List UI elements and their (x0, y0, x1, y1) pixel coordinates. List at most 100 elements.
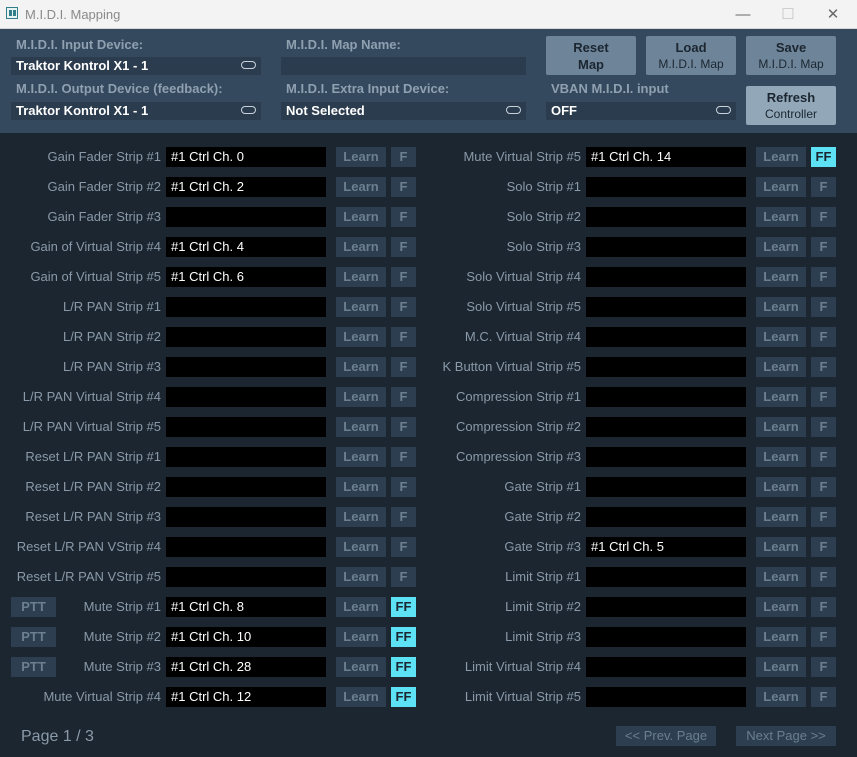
minimize-button[interactable]: — (720, 0, 766, 28)
maximize-button[interactable]: ☐ (765, 0, 811, 28)
reset-map-line2: Map (578, 56, 604, 72)
page-indicator: Page 1 / 3 (21, 728, 94, 745)
row-label: Mute Virtual Strip #4 (43, 689, 161, 704)
midi-mapping-field[interactable] (586, 267, 746, 287)
f-toggle[interactable]: F (811, 537, 836, 557)
row-label: Limit Strip #2 (505, 599, 581, 614)
learn-button[interactable]: Learn (756, 417, 806, 437)
learn-button[interactable]: Learn (756, 237, 806, 257)
f-toggle[interactable]: F (811, 267, 836, 287)
f-toggle[interactable]: F (811, 387, 836, 407)
save-map-line2: M.I.D.I. Map (758, 56, 824, 71)
f-toggle[interactable]: F (811, 477, 836, 497)
ff-toggle[interactable]: FF (811, 147, 836, 167)
learn-button[interactable]: Learn (756, 477, 806, 497)
learn-button[interactable]: Learn (756, 297, 806, 317)
f-toggle[interactable]: F (811, 237, 836, 257)
midi-mapping-field[interactable] (586, 327, 746, 347)
load-map-button[interactable]: Load M.I.D.I. Map (646, 36, 736, 75)
midi-mapping-field[interactable] (586, 237, 746, 257)
f-toggle[interactable]: F (811, 417, 836, 437)
learn-button[interactable]: Learn (756, 357, 806, 377)
f-toggle[interactable]: F (811, 507, 836, 527)
input-device-select[interactable]: Traktor Kontrol X1 - 1 (11, 57, 261, 75)
extra-input-select[interactable]: Not Selected (281, 102, 526, 120)
midi-mapping-field[interactable] (586, 567, 746, 587)
refresh-line1: Refresh (766, 89, 816, 105)
refresh-controller-button[interactable]: Refresh Controller (746, 86, 836, 125)
midi-mapping-field[interactable] (586, 507, 746, 527)
learn-button[interactable]: Learn (756, 687, 806, 707)
learn-button[interactable]: Learn (756, 507, 806, 527)
f-toggle[interactable]: F (811, 567, 836, 587)
midi-mapping-field[interactable]: #1 Ctrl Ch. 5 (586, 537, 746, 557)
input-device-label: M.I.D.I. Input Device: (16, 37, 144, 52)
midi-mapping-field[interactable] (586, 177, 746, 197)
f-toggle[interactable]: F (811, 207, 836, 227)
row-label: Gain Fader Strip #1 (47, 149, 161, 164)
learn-button[interactable]: Learn (756, 327, 806, 347)
learn-button[interactable]: Learn (756, 177, 806, 197)
vban-value: OFF (551, 103, 577, 118)
learn-button[interactable]: Learn (756, 597, 806, 617)
midi-mapping-field[interactable] (586, 357, 746, 377)
midi-mapping-field[interactable] (586, 387, 746, 407)
load-map-line2: M.I.D.I. Map (658, 56, 724, 71)
f-toggle[interactable]: F (811, 447, 836, 467)
learn-button[interactable]: Learn (756, 267, 806, 287)
dropdown-toggle-icon (241, 61, 256, 69)
midi-mapping-field[interactable] (586, 207, 746, 227)
row-label: Compression Strip #2 (456, 419, 581, 434)
learn-button[interactable]: Learn (756, 387, 806, 407)
midi-mapping-field[interactable] (586, 657, 746, 677)
learn-button[interactable]: Learn (756, 567, 806, 587)
row-label: M.C. Virtual Strip #4 (464, 329, 581, 344)
f-toggle[interactable]: F (811, 177, 836, 197)
row-label: L/R PAN Strip #3 (62, 359, 161, 374)
midi-mapping-field[interactable] (586, 687, 746, 707)
save-map-button[interactable]: Save M.I.D.I. Map (746, 36, 836, 75)
output-device-value: Traktor Kontrol X1 - 1 (16, 103, 149, 118)
f-toggle[interactable]: F (811, 597, 836, 617)
extra-input-value: Not Selected (286, 103, 365, 118)
ptt-button[interactable]: PTT (11, 627, 56, 647)
f-toggle[interactable]: F (811, 627, 836, 647)
f-toggle[interactable]: F (811, 297, 836, 317)
ptt-button[interactable]: PTT (11, 657, 56, 677)
close-button[interactable]: ✕ (810, 0, 856, 28)
midi-mapping-field[interactable] (586, 597, 746, 617)
row-label: Compression Strip #3 (456, 449, 581, 464)
prev-page-button[interactable]: << Prev. Page (616, 726, 716, 746)
map-name-input[interactable] (281, 57, 526, 75)
learn-button[interactable]: Learn (756, 627, 806, 647)
midi-mapping-field[interactable] (586, 297, 746, 317)
output-device-select[interactable]: Traktor Kontrol X1 - 1 (11, 102, 261, 120)
refresh-line2: Controller (764, 106, 818, 121)
reset-map-button[interactable]: Reset Map (546, 36, 636, 75)
app-icon (6, 7, 18, 19)
f-toggle[interactable]: F (811, 357, 836, 377)
row-label: Gate Strip #3 (504, 539, 581, 554)
learn-button[interactable]: Learn (756, 657, 806, 677)
midi-mapping-field[interactable] (586, 627, 746, 647)
f-toggle[interactable]: F (811, 687, 836, 707)
f-toggle[interactable]: F (811, 657, 836, 677)
learn-button[interactable]: Learn (756, 447, 806, 467)
f-toggle[interactable]: F (811, 327, 836, 347)
row-label: Mute Virtual Strip #5 (463, 149, 581, 164)
midi-mapping-field[interactable] (586, 477, 746, 497)
row-label: Gain of Virtual Strip #4 (30, 239, 161, 254)
midi-mapping-field[interactable]: #1 Ctrl Ch. 14 (586, 147, 746, 167)
learn-button[interactable]: Learn (756, 147, 806, 167)
row-label: L/R PAN Virtual Strip #5 (22, 419, 161, 434)
ptt-button[interactable]: PTT (11, 597, 56, 617)
vban-label: VBAN M.I.D.I. input (551, 81, 669, 96)
learn-button[interactable]: Learn (756, 537, 806, 557)
save-map-line1: Save (775, 39, 807, 55)
vban-select[interactable]: OFF (546, 102, 736, 120)
next-page-button[interactable]: Next Page >> (736, 726, 836, 746)
dropdown-toggle-icon (241, 106, 256, 114)
midi-mapping-field[interactable] (586, 417, 746, 437)
learn-button[interactable]: Learn (756, 207, 806, 227)
midi-mapping-field[interactable] (586, 447, 746, 467)
